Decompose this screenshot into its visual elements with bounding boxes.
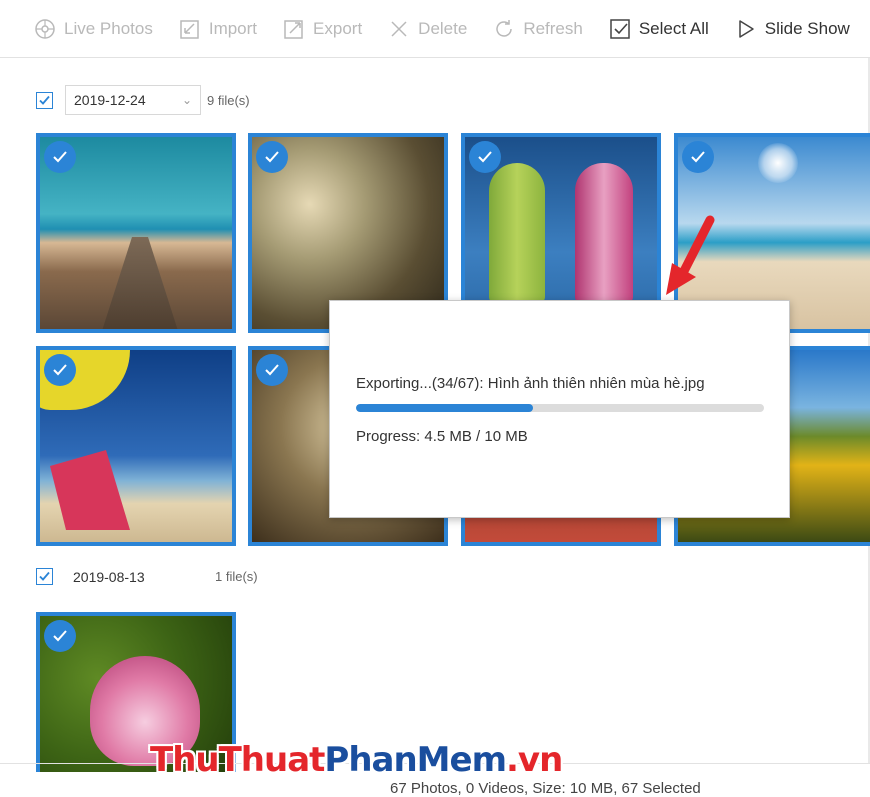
- delete-label: Delete: [418, 18, 468, 38]
- selected-check-badge[interactable]: [44, 354, 76, 386]
- export-progress-dialog: Exporting...(34/67): Hình ảnh thiên nhiê…: [329, 300, 790, 518]
- selected-check-badge[interactable]: [44, 620, 76, 652]
- check-icon: [39, 571, 50, 581]
- export-label: Export: [313, 18, 363, 38]
- slide-show-label: Slide Show: [764, 18, 850, 38]
- export-button[interactable]: Export: [283, 14, 362, 44]
- watermark-part3: .vn: [506, 740, 563, 780]
- group-date: 2019-08-13: [73, 568, 145, 585]
- refresh-button[interactable]: Refresh: [493, 14, 583, 44]
- red-arrow-annotation: [666, 215, 715, 295]
- import-icon: [180, 19, 199, 39]
- delete-icon: [391, 20, 407, 37]
- photo-thumbnail[interactable]: [36, 133, 236, 333]
- check-icon: [478, 151, 492, 163]
- group-file-count: 9 file(s): [207, 92, 250, 108]
- check-icon: [691, 151, 705, 163]
- check-icon: [53, 364, 67, 376]
- select-all-label: Select All: [638, 18, 709, 38]
- check-icon: [53, 151, 67, 163]
- chevron-down-icon: ⌄: [181, 93, 192, 107]
- selected-check-badge[interactable]: [469, 141, 501, 173]
- refresh-label: Refresh: [523, 18, 583, 38]
- date-dropdown[interactable]: 2019-12-24 ⌄: [65, 85, 201, 115]
- photo-manager-window: Live Photos Import Export Delete Refresh…: [0, 0, 870, 797]
- group-checkbox[interactable]: [36, 568, 53, 585]
- selected-check-badge[interactable]: [256, 354, 288, 386]
- export-progress-fill: [356, 404, 534, 412]
- check-icon: [265, 151, 279, 163]
- check-icon: [39, 95, 50, 105]
- group-date: 2019-12-24: [74, 92, 146, 108]
- select-all-button[interactable]: Select All: [609, 14, 709, 44]
- slide-show-button[interactable]: Slide Show: [735, 14, 850, 44]
- delete-button[interactable]: Delete: [388, 14, 467, 44]
- status-summary: 67 Photos, 0 Videos, Size: 10 MB, 67 Sel…: [390, 780, 701, 797]
- checkbox-checked-icon: [610, 18, 630, 39]
- export-progress-text: Progress: 4.5 MB / 10 MB: [356, 428, 528, 445]
- play-icon: [739, 19, 754, 38]
- check-icon: [53, 630, 67, 642]
- watermark-part2: PhanMem: [324, 740, 507, 780]
- toolbar: Live Photos Import Export Delete Refresh…: [0, 0, 870, 58]
- check-icon: [265, 364, 279, 376]
- live-photos-label: Live Photos: [64, 18, 153, 38]
- export-status-message: Exporting...(34/67): Hình ảnh thiên nhiê…: [356, 375, 705, 392]
- selected-check-badge[interactable]: [682, 141, 714, 173]
- group-header-2019-08-13: 2019-08-13 1 file(s): [36, 568, 258, 585]
- group-checkbox[interactable]: [36, 91, 53, 109]
- site-watermark: ThuThuatPhanMem.vn: [150, 740, 563, 780]
- group-header-2019-12-24: 2019-12-24 ⌄ 9 file(s): [36, 85, 250, 115]
- selected-check-badge[interactable]: [256, 141, 288, 173]
- photo-thumbnail[interactable]: [36, 346, 236, 546]
- selected-check-badge[interactable]: [44, 141, 76, 173]
- refresh-icon: [496, 19, 513, 37]
- import-label: Import: [208, 18, 258, 38]
- watermark-part1: ThuThuat: [150, 740, 325, 780]
- export-icon: [284, 19, 303, 39]
- export-progress-bar: [356, 404, 764, 412]
- live-photos-icon: [35, 18, 55, 39]
- live-photos-button[interactable]: Live Photos: [34, 14, 153, 44]
- group-file-count: 1 file(s): [215, 569, 258, 584]
- import-button[interactable]: Import: [179, 14, 257, 44]
